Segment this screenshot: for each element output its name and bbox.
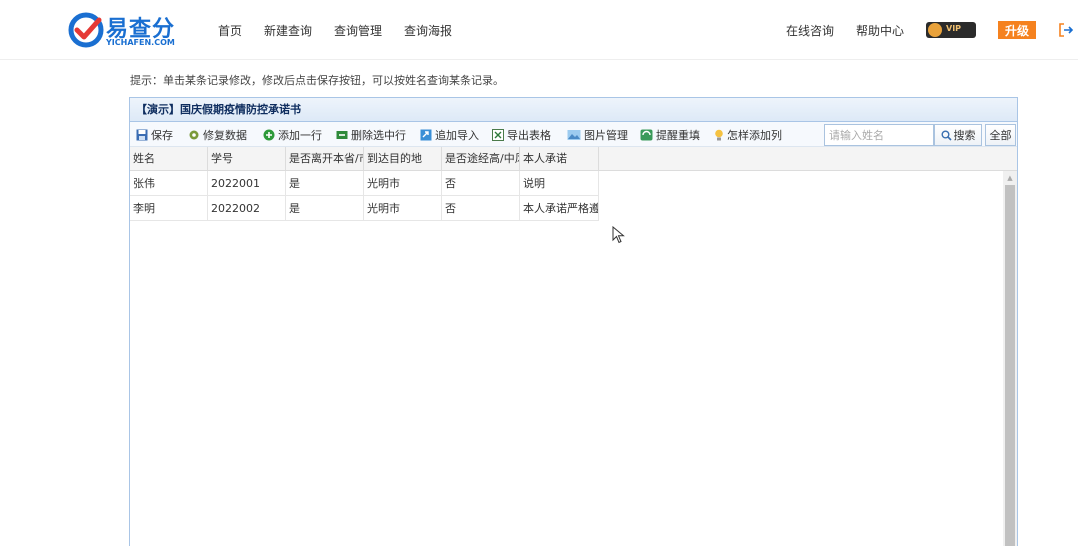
remind-label: 提醒重填 [656,128,700,142]
name-search-input[interactable] [824,124,934,146]
cell-left-province[interactable]: 是 [286,171,364,196]
cell-name[interactable]: 李明 [130,196,208,221]
delete-row-button[interactable]: 删除选中行 [336,126,406,143]
table-row[interactable]: 李明 2022002 是 光明市 否 本人承诺严格遵守 [130,196,599,221]
vertical-scrollbar[interactable]: ▲ [1003,171,1017,546]
show-all-button[interactable]: 全部 [985,124,1016,146]
cell-student-id[interactable]: 2022001 [208,171,286,196]
image-icon [567,129,581,140]
online-consult-link[interactable]: 在线咨询 [786,22,834,39]
plus-circle-icon [263,129,275,140]
magnifier-icon [941,130,952,141]
nav-query-poster[interactable]: 查询海报 [404,22,452,39]
column-header-risk-area[interactable]: 是否途经高/中风险地区 [442,147,520,171]
nav-query-manage[interactable]: 查询管理 [334,22,382,39]
floppy-icon [136,129,148,140]
grid-header: 姓名 学号 是否离开本省/市 到达目的地 是否途经高/中风险地区 本人承诺 [130,147,1017,171]
cell-promise[interactable]: 说明 [520,171,599,196]
export-label: 导出表格 [507,128,551,142]
main-nav: 首页 新建查询 查询管理 查询海报 [218,22,474,39]
export-table-button[interactable]: 导出表格 [492,126,551,143]
column-header-promise[interactable]: 本人承诺 [520,147,599,171]
cell-risk-area[interactable]: 否 [442,171,520,196]
column-header-destination[interactable]: 到达目的地 [364,147,442,171]
column-header-left-province[interactable]: 是否离开本省/市 [286,147,364,171]
append-import-label: 追加导入 [435,128,479,142]
logout-icon[interactable] [1058,22,1074,38]
nav-new-query[interactable]: 新建查询 [264,22,312,39]
cell-name[interactable]: 张伟 [130,171,208,196]
search-label: 搜索 [953,129,976,142]
repair-data-button[interactable]: 修复数据 [188,126,247,143]
help-center-link[interactable]: 帮助中心 [856,22,904,39]
top-header: 易查分 YICHAFEN.COM 首页 新建查询 查询管理 查询海报 在线咨询 … [0,0,1078,60]
cell-left-province[interactable]: 是 [286,196,364,221]
cell-destination[interactable]: 光明市 [364,196,442,221]
table-row[interactable]: 张伟 2022001 是 光明市 否 说明 [130,171,599,196]
cell-promise[interactable]: 本人承诺严格遵守 [520,196,599,221]
logo-subtext: YICHAFEN.COM [106,38,175,47]
grid-body: 张伟 2022001 是 光明市 否 说明 李明 2022002 是 光明市 否… [130,171,1017,546]
remind-refill-button[interactable]: 提醒重填 [640,126,700,143]
mouse-pointer-icon [612,226,625,244]
cell-risk-area[interactable]: 否 [442,196,520,221]
cell-destination[interactable]: 光明市 [364,171,442,196]
image-manage-label: 图片管理 [584,128,628,142]
brand-logo[interactable]: 易查分 YICHAFEN.COM [68,10,188,50]
cell-student-id[interactable]: 2022002 [208,196,286,221]
add-row-label: 添加一行 [278,128,322,142]
column-header-student-id[interactable]: 学号 [208,147,286,171]
excel-icon [492,128,504,141]
how-add-column-label: 怎样添加列 [727,128,782,142]
vip-gem-icon [928,23,942,37]
logo-check-icon [68,12,104,48]
scroll-up-arrow-icon[interactable]: ▲ [1003,171,1017,185]
lightbulb-icon [715,129,723,140]
import-icon [420,129,432,140]
vip-label: VIP [946,24,962,33]
minus-box-icon [336,130,348,139]
header-right: 在线咨询 帮助中心 VIP 升级 [786,18,1078,42]
repair-label: 修复数据 [203,128,247,142]
scroll-thumb[interactable] [1005,185,1015,546]
save-label: 保存 [151,128,173,142]
refresh-icon [640,129,653,140]
column-header-name[interactable]: 姓名 [130,147,208,171]
how-add-column-button[interactable]: 怎样添加列 [714,126,782,143]
delete-row-label: 删除选中行 [351,128,406,142]
save-button[interactable]: 保存 [136,126,173,143]
add-row-button[interactable]: 添加一行 [263,126,322,143]
append-import-button[interactable]: 追加导入 [420,126,479,143]
usage-hint: 提示：单击某条记录修改，修改后点击保存按钮，可以按姓名查询某条记录。 [130,74,504,87]
search-button[interactable]: 搜索 [934,124,982,146]
upgrade-button[interactable]: 升级 [998,21,1036,39]
panel-title: 【演示】国庆假期疫情防控承诺书 [130,98,1017,122]
nav-home[interactable]: 首页 [218,22,242,39]
data-grid-panel: 【演示】国庆假期疫情防控承诺书 保存 修复数据 添加一行 删除选中行 追加导入 … [129,97,1018,546]
vip-badge[interactable]: VIP [926,22,976,38]
gear-icon [189,130,199,139]
image-manage-button[interactable]: 图片管理 [567,126,628,143]
grid-toolbar: 保存 修复数据 添加一行 删除选中行 追加导入 导出表格 图片管理 提醒重填 怎… [130,122,1017,147]
